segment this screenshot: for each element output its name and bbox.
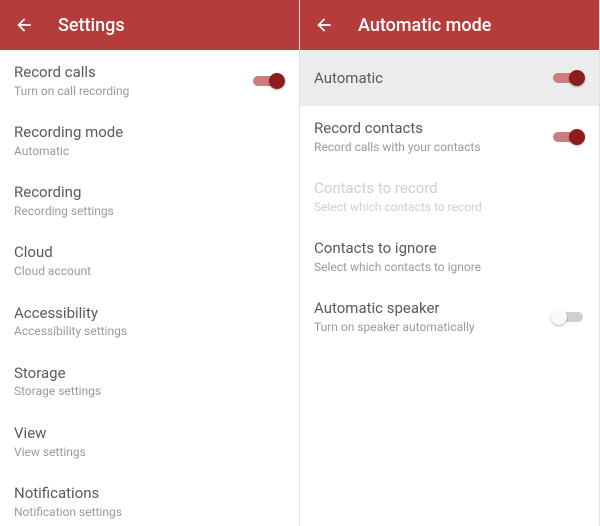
- item-automatic[interactable]: Automatic: [300, 50, 599, 106]
- item-sub: Select which contacts to record: [314, 200, 585, 214]
- back-icon[interactable]: [314, 15, 334, 35]
- item-view[interactable]: View View settings: [0, 411, 299, 471]
- item-accessibility[interactable]: Accessibility Accessibility settings: [0, 291, 299, 351]
- item-title: Contacts to ignore: [314, 239, 585, 258]
- item-recording-mode[interactable]: Recording mode Automatic: [0, 110, 299, 170]
- settings-list: Record calls Turn on call recording Reco…: [0, 50, 299, 526]
- item-sub: Record calls with your contacts: [314, 140, 541, 154]
- item-recording[interactable]: Recording Recording settings: [0, 170, 299, 230]
- settings-title: Settings: [58, 15, 125, 36]
- item-cloud[interactable]: Cloud Cloud account: [0, 230, 299, 290]
- item-storage[interactable]: Storage Storage settings: [0, 351, 299, 411]
- toggle-automatic-speaker[interactable]: [551, 307, 585, 327]
- item-title: View: [14, 424, 285, 443]
- automatic-header: Automatic mode: [300, 0, 599, 50]
- item-contacts-to-ignore[interactable]: Contacts to ignore Select which contacts…: [300, 226, 599, 286]
- item-sub: View settings: [14, 445, 285, 459]
- automatic-list: Automatic Record contacts Record calls w…: [300, 50, 599, 526]
- item-title: Automatic speaker: [314, 299, 541, 318]
- item-sub: Turn on speaker automatically: [314, 320, 541, 334]
- automatic-mode-screen: Automatic mode Automatic Record contacts…: [300, 0, 600, 526]
- item-sub: Accessibility settings: [14, 324, 285, 338]
- item-record-calls[interactable]: Record calls Turn on call recording: [0, 50, 299, 110]
- item-sub: Select which contacts to ignore: [314, 260, 585, 274]
- automatic-title: Automatic mode: [358, 15, 491, 36]
- item-title: Record contacts: [314, 119, 541, 138]
- item-automatic-speaker[interactable]: Automatic speaker Turn on speaker automa…: [300, 286, 599, 346]
- item-sub: Notification settings: [14, 505, 285, 519]
- item-title: Accessibility: [14, 304, 285, 323]
- toggle-record-contacts[interactable]: [551, 127, 585, 147]
- item-sub: Cloud account: [14, 264, 285, 278]
- item-record-contacts[interactable]: Record contacts Record calls with your c…: [300, 106, 599, 166]
- item-sub: Turn on call recording: [14, 84, 241, 98]
- settings-screen: Settings Record calls Turn on call recor…: [0, 0, 300, 526]
- item-title: Storage: [14, 364, 285, 383]
- toggle-record-calls[interactable]: [251, 71, 285, 91]
- item-notifications[interactable]: Notifications Notification settings: [0, 471, 299, 526]
- item-title: Recording mode: [14, 123, 285, 142]
- item-sub: Storage settings: [14, 384, 285, 398]
- item-title: Automatic: [314, 69, 541, 88]
- item-title: Contacts to record: [314, 179, 585, 198]
- item-title: Notifications: [14, 484, 285, 503]
- back-icon[interactable]: [14, 15, 34, 35]
- item-sub: Recording settings: [14, 204, 285, 218]
- settings-header: Settings: [0, 0, 299, 50]
- toggle-automatic[interactable]: [551, 68, 585, 88]
- item-contacts-to-record: Contacts to record Select which contacts…: [300, 166, 599, 226]
- item-title: Record calls: [14, 63, 241, 82]
- item-title: Recording: [14, 183, 285, 202]
- item-sub: Automatic: [14, 144, 285, 158]
- item-title: Cloud: [14, 243, 285, 262]
